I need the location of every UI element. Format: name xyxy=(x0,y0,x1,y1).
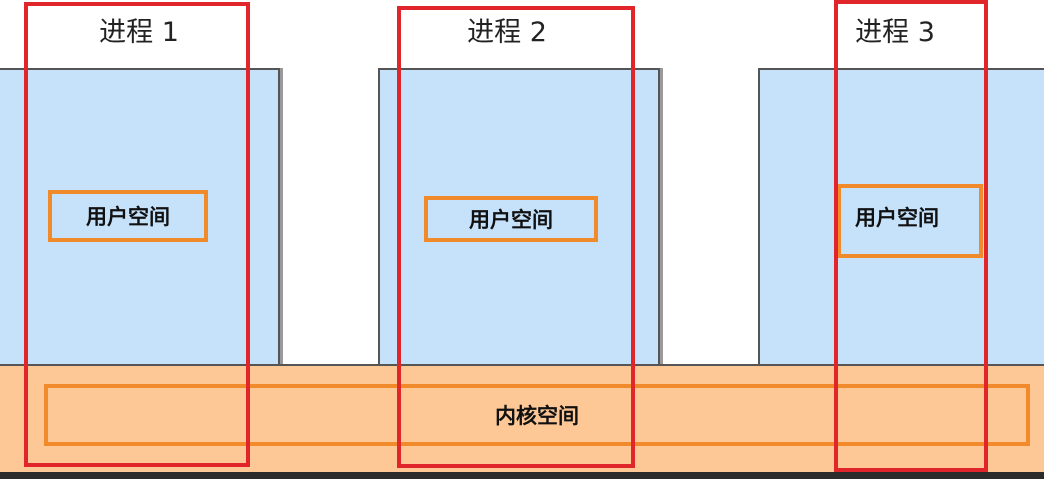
bottom-dark-strip xyxy=(0,472,1044,479)
process-frame-1 xyxy=(24,2,250,467)
process-frame-2 xyxy=(397,6,635,468)
process-frame-3 xyxy=(834,0,988,472)
diagram-canvas: 内核空间 用户空间 用户空间 用户空间 进程 1 进程 2 进程 3 xyxy=(0,0,1044,479)
process-title-3: 进程 3 xyxy=(855,17,935,48)
process-title-1: 进程 1 xyxy=(99,17,179,48)
process-title-2: 进程 2 xyxy=(467,17,547,48)
